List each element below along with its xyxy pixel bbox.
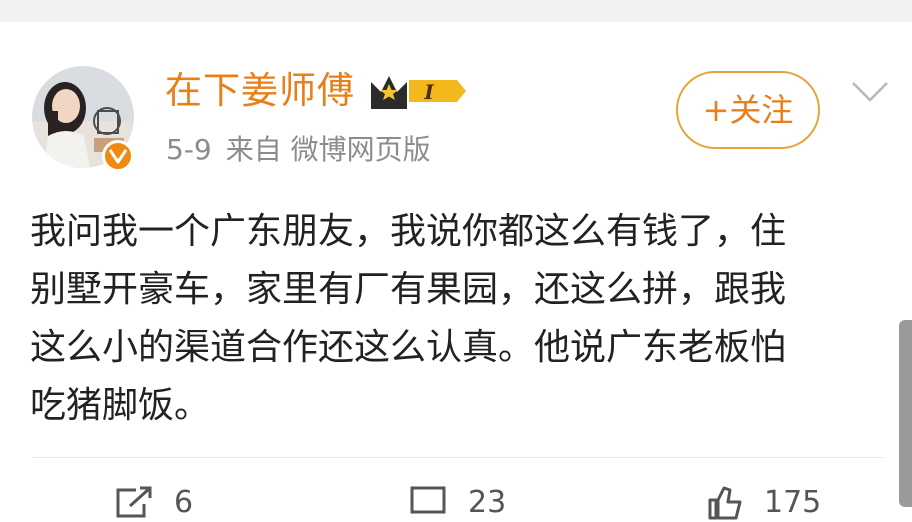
- repost-icon: [116, 486, 152, 518]
- repost-count: 6: [174, 484, 194, 520]
- verified-badge-icon: [102, 140, 134, 172]
- post-text-line: 吃猪脚饭。: [30, 385, 211, 426]
- repost-button[interactable]: 6: [114, 482, 193, 522]
- divider: [32, 457, 884, 458]
- post-text-line: 别墅开豪车，家里有厂有果园，还这么拼，跟我: [30, 269, 787, 310]
- like-button[interactable]: 175: [704, 482, 821, 522]
- username[interactable]: 在下姜师傅: [165, 66, 355, 116]
- follow-button[interactable]: +关注: [676, 71, 820, 149]
- comment-icon: [410, 486, 446, 514]
- comment-count: 23: [468, 484, 507, 520]
- post-text: 我问我一个广东朋友，我说你都这么有钱了，住 别墅开豪车，家里有厂有果园，还这么拼…: [30, 203, 860, 435]
- chevron-down-icon[interactable]: [850, 78, 890, 106]
- post-meta: 5-9 来自 微博网页版: [166, 128, 445, 172]
- scrollbar[interactable]: [899, 320, 912, 507]
- thumbs-up-icon: [708, 486, 742, 520]
- post-source[interactable]: 来自 微博网页版: [226, 133, 431, 166]
- vip-level: I: [423, 80, 434, 104]
- vip-crown-badge-icon[interactable]: I: [369, 70, 469, 112]
- top-bar: [0, 0, 912, 22]
- comment-button[interactable]: 23: [408, 482, 506, 522]
- like-count: 175: [764, 484, 822, 520]
- post-text-line: 我问我一个广东朋友，我说你都这么有钱了，住: [30, 211, 787, 252]
- post-text-line: 这么小的渠道合作还这么认真。他说广东老板怕: [30, 327, 787, 368]
- post-date: 5-9: [166, 133, 212, 166]
